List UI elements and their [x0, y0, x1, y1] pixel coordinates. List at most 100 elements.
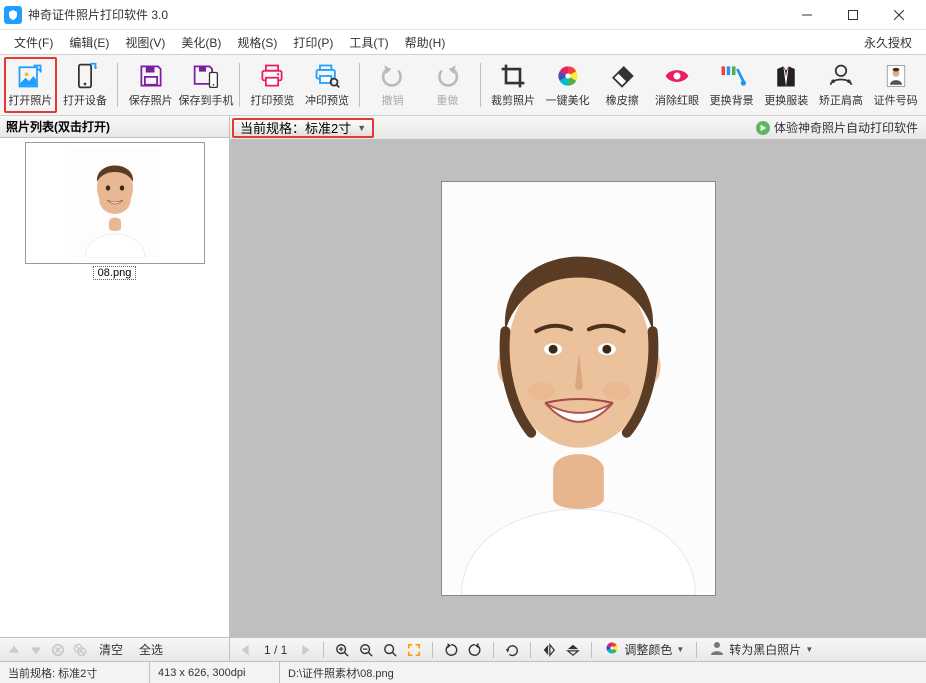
brush-icon	[718, 62, 746, 90]
rotate-reset-button[interactable]	[502, 640, 522, 660]
minimize-button[interactable]	[784, 0, 830, 30]
chevron-down-icon: ▼	[805, 645, 813, 654]
menu-tool[interactable]: 工具(T)	[341, 32, 396, 53]
stamp-preview-button[interactable]: 冲印预览	[301, 57, 354, 113]
toolbar-separator	[480, 63, 481, 107]
id-number-button[interactable]: 证件号码	[869, 57, 922, 113]
menu-spec[interactable]: 规格(S)	[229, 32, 285, 53]
crop-label: 裁剪照片	[491, 92, 535, 108]
menu-file[interactable]: 文件(F)	[6, 32, 61, 53]
change-clothes-label: 更换服装	[764, 92, 808, 108]
zoom-out-button[interactable]	[356, 640, 376, 660]
save-photo-button[interactable]: 保存照片	[124, 57, 177, 113]
page-indicator: 1 / 1	[260, 643, 291, 657]
menubar: 文件(F) 编辑(E) 视图(V) 美化(B) 规格(S) 打印(P) 工具(T…	[0, 30, 926, 54]
adjust-color-button[interactable]: 调整颜色 ▼	[600, 639, 688, 660]
window-controls	[784, 0, 922, 30]
thumbnail-list[interactable]: 08.png	[0, 138, 229, 637]
remove-all-button[interactable]	[70, 640, 90, 660]
chevron-down-icon: ▼	[357, 123, 366, 133]
undo-label: 撤销	[382, 92, 404, 108]
status-spec: 当前规格: 标准2寸	[0, 662, 150, 683]
move-up-button[interactable]	[4, 640, 24, 660]
one-click-beauty-button[interactable]: 一键美化	[541, 57, 594, 113]
bottom-toolbar: 清空 全选 1 / 1 调整颜色 ▼ 转为黑白照片 ▼	[0, 637, 926, 661]
sidebar-bottom-toolbar: 清空 全选	[0, 638, 230, 661]
id-photo-icon	[882, 62, 910, 90]
adjust-color-label: 调整颜色	[624, 641, 672, 658]
app-icon	[4, 6, 22, 24]
canvas-area[interactable]	[230, 140, 926, 637]
change-bg-label: 更换背景	[710, 92, 754, 108]
remove-redeye-button[interactable]: 消除红眼	[651, 57, 704, 113]
next-page-button[interactable]	[295, 640, 315, 660]
list-item[interactable]: 08.png	[25, 142, 205, 280]
flip-horizontal-button[interactable]	[539, 640, 559, 660]
thumbnail-label: 08.png	[93, 266, 137, 280]
select-all-button[interactable]: 全选	[132, 639, 170, 660]
maximize-button[interactable]	[830, 0, 876, 30]
crop-button[interactable]: 裁剪照片	[487, 57, 540, 113]
color-wheel-icon	[554, 62, 582, 90]
change-clothes-button[interactable]: 更换服装	[760, 57, 813, 113]
to-bw-button[interactable]: 转为黑白照片 ▼	[705, 639, 817, 660]
toolbar-separator	[696, 642, 697, 658]
redo-button[interactable]: 重做	[421, 57, 474, 113]
correct-shoulder-label: 矫正肩高	[819, 92, 863, 108]
remove-item-button[interactable]	[48, 640, 68, 660]
clear-button[interactable]: 清空	[92, 639, 130, 660]
canvas-panel: 当前规格：标准2寸 ▼ 体验神奇照片自动打印软件	[230, 116, 926, 637]
photo-preview	[441, 181, 716, 596]
rotate-ccw-button[interactable]	[441, 640, 461, 660]
toolbar-separator	[239, 63, 240, 107]
spec-bar: 当前规格：标准2寸 ▼ 体验神奇照片自动打印软件	[230, 116, 926, 140]
thumbnail-image	[25, 142, 205, 264]
suit-icon	[772, 62, 800, 90]
close-button[interactable]	[876, 0, 922, 30]
menu-help[interactable]: 帮助(H)	[397, 32, 454, 53]
rotate-cw-button[interactable]	[465, 640, 485, 660]
titlebar: 神奇证件照片打印软件 3.0	[0, 0, 926, 30]
prev-page-button[interactable]	[236, 640, 256, 660]
flip-vertical-button[interactable]	[563, 640, 583, 660]
statusbar: 当前规格: 标准2寸 413 x 626, 300dpi D:\证件照素材\08…	[0, 661, 926, 683]
photo-list-header: 照片列表(双击打开)	[0, 116, 229, 138]
canvas-bottom-toolbar: 1 / 1 调整颜色 ▼ 转为黑白照片 ▼	[230, 638, 926, 661]
menu-edit[interactable]: 编辑(E)	[61, 32, 117, 53]
spec-selector[interactable]: 当前规格：标准2寸 ▼	[232, 118, 374, 138]
toolbar-separator	[117, 63, 118, 107]
spec-value: 标准2寸	[305, 118, 351, 137]
photo-list-sidebar: 照片列表(双击打开) 08.png	[0, 116, 230, 637]
change-bg-button[interactable]: 更换背景	[705, 57, 758, 113]
menu-view[interactable]: 视图(V)	[117, 32, 173, 53]
menu-beautify[interactable]: 美化(B)	[173, 32, 229, 53]
menu-print[interactable]: 打印(P)	[285, 32, 341, 53]
zoom-actual-button[interactable]	[380, 640, 400, 660]
printer-icon	[258, 62, 286, 90]
eraser-button[interactable]: 橡皮擦	[596, 57, 649, 113]
print-preview-button[interactable]: 打印预览	[246, 57, 299, 113]
correct-shoulder-button[interactable]: 矫正肩高	[815, 57, 868, 113]
open-device-button[interactable]: 打开设备	[59, 57, 112, 113]
license-label: 永久授权	[856, 32, 920, 53]
status-dimensions: 413 x 626, 300dpi	[150, 662, 280, 683]
phone-icon	[71, 62, 99, 90]
id-number-label: 证件号码	[874, 92, 918, 108]
crop-icon	[499, 62, 527, 90]
undo-button[interactable]: 撤销	[366, 57, 419, 113]
promo-link[interactable]: 体验神奇照片自动打印软件	[756, 119, 918, 136]
open-photo-button[interactable]: 打开照片	[4, 57, 57, 113]
toolbar-separator	[432, 642, 433, 658]
print-preview-label: 打印预览	[250, 92, 294, 108]
status-path: D:\证件照素材\08.png	[280, 662, 926, 683]
fit-screen-button[interactable]	[404, 640, 424, 660]
toolbar-separator	[530, 642, 531, 658]
printer-search-icon	[313, 62, 341, 90]
zoom-in-button[interactable]	[332, 640, 352, 660]
redo-label: 重做	[436, 92, 458, 108]
save-to-phone-button[interactable]: 保存到手机	[179, 57, 233, 113]
eraser-label: 橡皮擦	[606, 92, 639, 108]
promo-label: 体验神奇照片自动打印软件	[774, 119, 918, 136]
save-to-phone-label: 保存到手机	[179, 92, 234, 108]
move-down-button[interactable]	[26, 640, 46, 660]
